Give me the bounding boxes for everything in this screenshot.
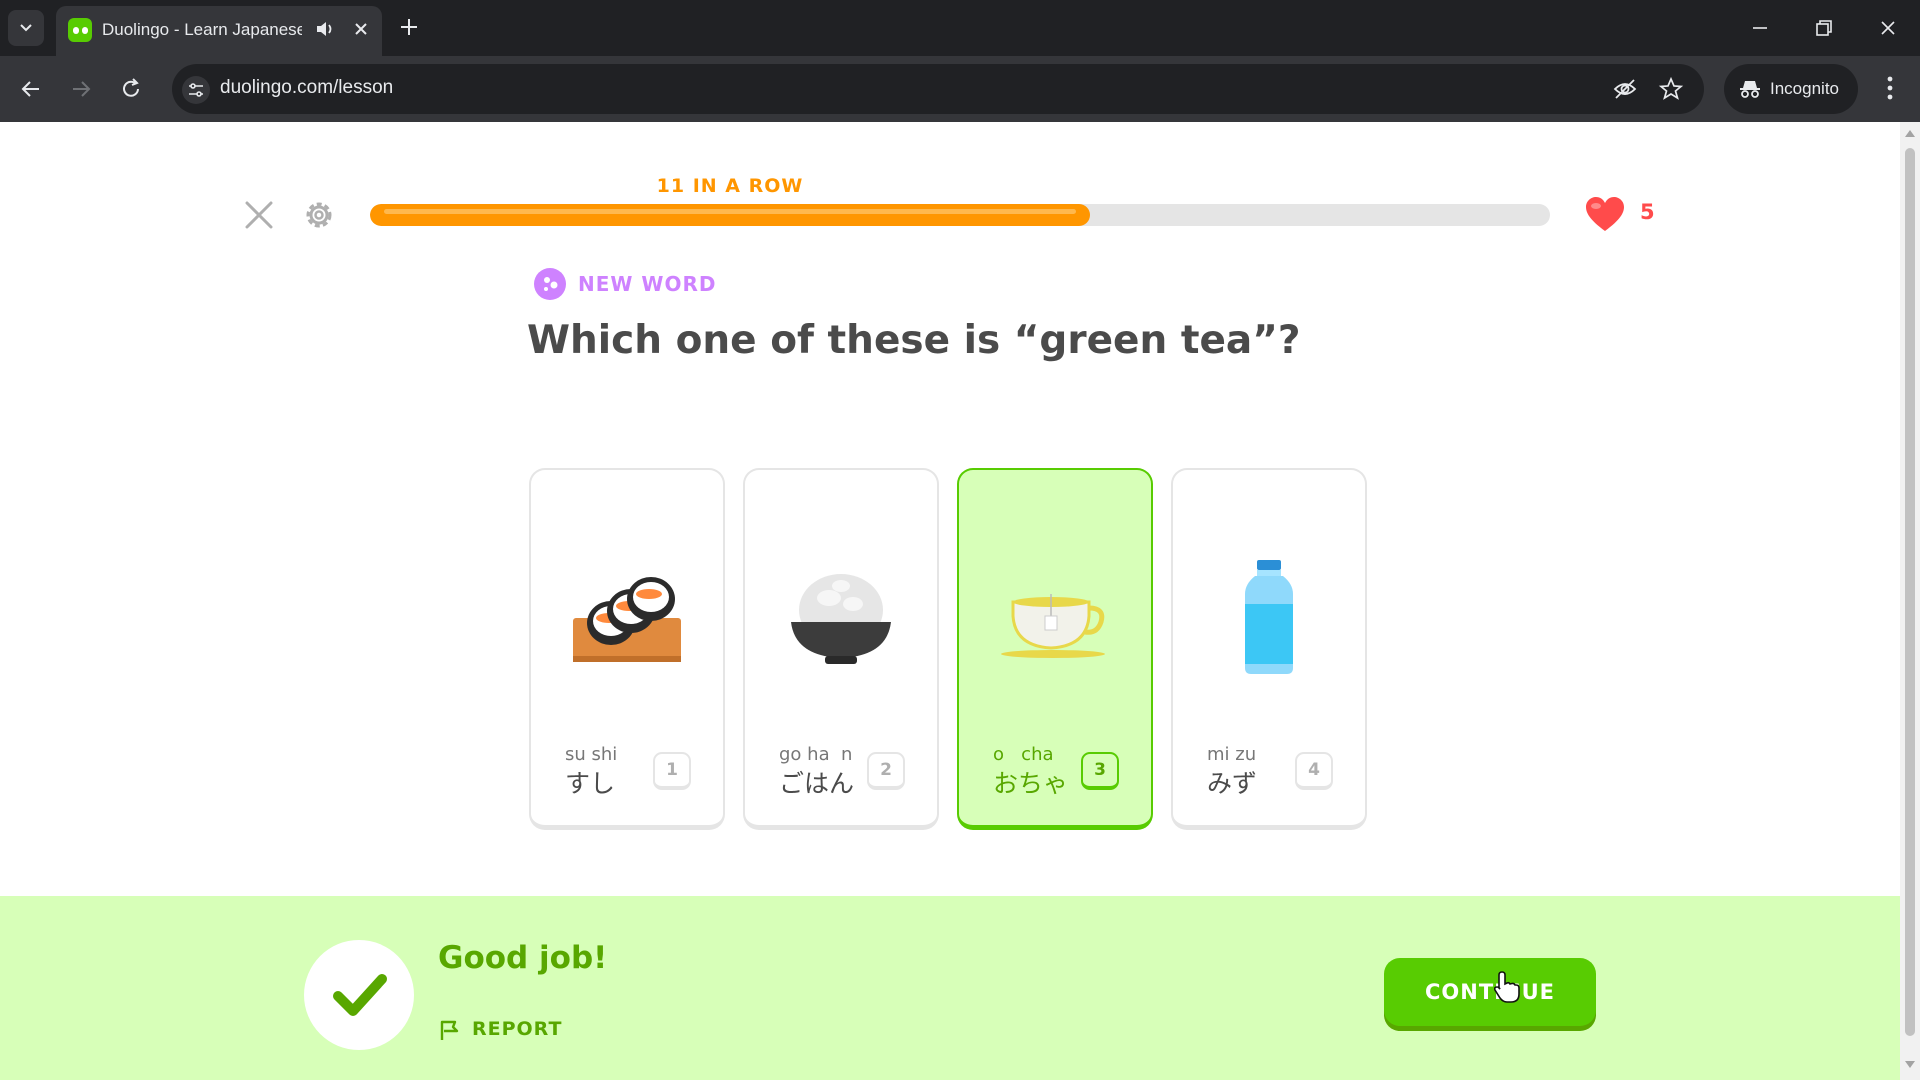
browser-toolbar: duolingo.com/lesson Incognito bbox=[0, 56, 1920, 122]
tune-icon bbox=[189, 83, 203, 97]
scroll-down-arrow-icon[interactable] bbox=[1904, 1060, 1916, 1070]
minimize-icon[interactable] bbox=[1746, 14, 1774, 42]
scrollbar-thumb[interactable] bbox=[1905, 148, 1915, 1036]
choice-romaji: go ha n bbox=[779, 744, 853, 765]
flag-icon bbox=[440, 1020, 459, 1040]
choice-card-mizu[interactable]: mi zu みず 4 bbox=[1171, 468, 1367, 830]
speaker-icon[interactable] bbox=[314, 18, 336, 40]
url-text[interactable]: duolingo.com/lesson bbox=[220, 77, 393, 99]
hand-pointer-cursor-icon bbox=[1494, 971, 1520, 1003]
browser-tab-bar: Duolingo - Learn Japanese bbox=[0, 0, 1920, 56]
address-bar[interactable]: duolingo.com/lesson bbox=[172, 64, 1704, 114]
lesson-progress-bar bbox=[370, 204, 1550, 226]
settings-gear-icon[interactable] bbox=[300, 196, 338, 234]
more-menu-icon[interactable] bbox=[1878, 72, 1902, 104]
choice-kana: おちゃ bbox=[993, 769, 1069, 798]
chevron-down-icon bbox=[20, 24, 32, 32]
checkmark-icon bbox=[333, 974, 387, 1016]
challenge-type-label: NEW WORD bbox=[578, 272, 717, 296]
feedback-message: Good job! bbox=[438, 940, 608, 976]
tab-close-icon[interactable] bbox=[350, 18, 372, 40]
quit-lesson-icon[interactable] bbox=[242, 198, 276, 232]
tab-search-button[interactable] bbox=[8, 10, 44, 46]
incognito-indicator[interactable]: Incognito bbox=[1724, 64, 1858, 114]
choice-kana: ごはん bbox=[779, 769, 855, 798]
choice-romaji: su shi bbox=[565, 744, 618, 765]
feedback-footer bbox=[0, 896, 1900, 1080]
choice-key-hint: 3 bbox=[1081, 752, 1119, 790]
scroll-up-arrow-icon[interactable] bbox=[1904, 128, 1916, 138]
forward-arrow-icon[interactable] bbox=[68, 76, 94, 102]
duolingo-favicon-icon bbox=[68, 18, 92, 42]
choice-key-hint: 2 bbox=[867, 752, 905, 790]
incognito-label: Incognito bbox=[1770, 79, 1839, 98]
continue-button[interactable]: CONTINUE bbox=[1384, 958, 1596, 1026]
report-label: REPORT bbox=[472, 1018, 563, 1040]
incognito-icon bbox=[1740, 81, 1760, 98]
choice-card-ocha[interactable]: o cha おちゃ 3 bbox=[957, 468, 1153, 830]
choice-romaji: mi zu bbox=[1207, 744, 1257, 765]
lesson-progress-fill bbox=[370, 204, 1090, 226]
back-arrow-icon[interactable] bbox=[18, 76, 44, 102]
new-tab-plus-icon[interactable] bbox=[396, 14, 422, 40]
choice-kana: すし bbox=[565, 769, 616, 798]
water-bottle-icon bbox=[1245, 560, 1293, 674]
tea-cup-icon bbox=[1001, 594, 1105, 658]
window-close-icon[interactable] bbox=[1874, 14, 1902, 42]
bookmark-star-icon[interactable] bbox=[1658, 76, 1684, 102]
question-prompt: Which one of these is “green tea”? bbox=[527, 318, 1301, 363]
heart-icon[interactable] bbox=[1584, 196, 1626, 234]
hearts-count: 5 bbox=[1640, 200, 1655, 224]
restore-icon[interactable] bbox=[1810, 14, 1838, 42]
choice-romaji: o cha bbox=[993, 744, 1054, 765]
choice-card-sushi[interactable]: su shi すし 1 bbox=[529, 468, 725, 830]
choice-card-gohan[interactable]: go ha n ごはん 2 bbox=[743, 468, 939, 830]
rice-bowl-icon bbox=[791, 574, 891, 664]
eye-off-icon[interactable] bbox=[1612, 76, 1638, 102]
sushi-icon bbox=[573, 577, 681, 662]
choice-key-hint: 1 bbox=[653, 752, 691, 790]
site-info-button[interactable] bbox=[182, 76, 210, 104]
reload-icon[interactable] bbox=[118, 76, 144, 102]
browser-tab-active[interactable]: Duolingo - Learn Japanese bbox=[56, 6, 382, 56]
choice-kana: みず bbox=[1207, 769, 1258, 798]
new-word-badge-icon bbox=[534, 268, 566, 300]
choice-key-hint: 4 bbox=[1295, 752, 1333, 790]
success-badge bbox=[304, 940, 414, 1050]
tab-title: Duolingo - Learn Japanese bbox=[102, 20, 302, 39]
sparkle-icon bbox=[544, 277, 558, 291]
streak-label: 11 IN A ROW bbox=[656, 175, 804, 197]
